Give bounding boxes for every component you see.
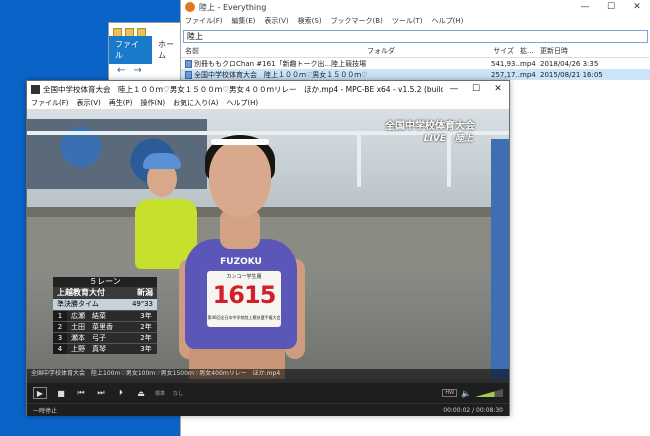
speaker-icon[interactable]: 🔈: [461, 389, 471, 398]
everything-logo-icon: [185, 2, 195, 12]
forward-arrow-icon[interactable]: →: [133, 65, 141, 76]
mpc-player-window: 全国中学校体育大会 陸上１００ｍ♡男女１５００ｍ♡男女４００ｍリレー ほか.mp…: [26, 80, 510, 416]
crowd: [27, 119, 207, 189]
next-icon[interactable]: ⏭: [95, 387, 107, 399]
column-date[interactable]: 更新日時: [540, 46, 610, 56]
video-file-icon: [185, 70, 192, 79]
close-button[interactable]: ✕: [487, 81, 509, 97]
column-folder[interactable]: フォルダ: [367, 46, 491, 56]
mpc-menubar: ファイル(F) 表示(V) 再生(P) 操作(N) お気に入り(A) ヘルプ(H…: [27, 97, 509, 109]
frame-step-icon[interactable]: ⏵: [115, 387, 127, 399]
file-ext: mp4: [520, 59, 536, 68]
video-frame[interactable]: FUZOKU カンコー学生服 1615 第46回全日本中学校陸上競技選手権大会 …: [27, 109, 509, 379]
time-readout: 00:00:02 / 00:08:30: [443, 406, 503, 414]
mpc-titlebar: 全国中学校体育大会 陸上１００ｍ♡男女１５００ｍ♡男女４００ｍリレー ほか.mp…: [27, 81, 509, 97]
menu-bookmarks[interactable]: ブックマーク(B): [331, 16, 383, 26]
ribbon-tab-file[interactable]: ファイル: [109, 36, 152, 64]
menu-view[interactable]: 表示(V): [264, 16, 288, 26]
stop-button[interactable]: ■: [55, 387, 67, 399]
column-size[interactable]: サイズ: [491, 46, 516, 56]
minimize-button[interactable]: —: [572, 0, 598, 14]
menu-view[interactable]: 表示(V): [77, 98, 101, 108]
bib-number: 1615: [212, 281, 277, 309]
list-item: 3 瀬本 弓子 2年: [53, 332, 157, 343]
explorer-ribbon: ファイル ホーム: [109, 36, 187, 64]
maximize-button[interactable]: ☐: [465, 81, 487, 97]
team-pref: 新潟: [137, 288, 153, 297]
hw-badge: HW: [442, 389, 458, 397]
menu-play[interactable]: 再生(P): [109, 98, 133, 108]
subtitle-mode-label[interactable]: なし: [173, 390, 183, 397]
file-date: 2015/08/21 16:05: [540, 70, 603, 79]
video-file-icon: [185, 59, 192, 68]
table-row[interactable]: 全国中学校体育大会 陸上１００ｍ♡男女１５００ｍ♡... 257,17... m…: [181, 69, 650, 80]
bib-event: 第46回全日本中学校陸上競技選手権大会: [207, 315, 281, 320]
everything-menubar: ファイル(F) 編集(E) 表示(V) 検索(S) ブックマーク(B) ツール(…: [181, 14, 650, 28]
window-controls: — ☐ ✕: [572, 0, 650, 14]
broadcast-live: LIVE 陸上: [423, 134, 473, 144]
menu-navigate[interactable]: 操作(N): [140, 98, 165, 108]
file-ext: mp4: [520, 70, 536, 79]
file-size: 541,93...: [491, 59, 523, 68]
menu-help[interactable]: ヘルプ(H): [432, 16, 464, 26]
back-arrow-icon[interactable]: ←: [117, 65, 125, 76]
menu-tools[interactable]: ツール(T): [392, 16, 423, 26]
results-header: 名前 フォルダ サイズ 拡... 更新日時: [181, 45, 650, 58]
qual-label: 準決勝タイム: [57, 300, 99, 308]
file-name: 別冊ももクロChan #161「新趣トーク出...陸上競技場で夏至子が陸所: [194, 59, 367, 68]
qual-time: 49"33: [131, 300, 153, 308]
column-name[interactable]: 名前: [181, 46, 367, 56]
file-date: 2018/04/26 3:35: [540, 59, 599, 68]
volume-slider[interactable]: [475, 389, 503, 397]
mpc-app-icon: [31, 84, 40, 94]
file-size: 257,17...: [491, 70, 523, 79]
column-ext[interactable]: 拡...: [516, 46, 540, 56]
lane-label: ５レーン: [53, 277, 157, 287]
status-bar: 一時停止 00:00:02 / 00:08:30: [27, 403, 509, 416]
menu-edit[interactable]: 編集(E): [232, 16, 256, 26]
menu-favorites[interactable]: お気に入り(A): [173, 98, 218, 108]
search-input[interactable]: 陸上: [183, 30, 648, 43]
close-button[interactable]: ✕: [624, 0, 650, 14]
audio-mode-label[interactable]: 標準: [155, 390, 165, 397]
window-controls: — ☐ ✕: [443, 81, 509, 97]
window-title: 全国中学校体育大会 陸上１００ｍ♡男女１５００ｍ♡男女４００ｍリレー ほか.mp…: [43, 84, 490, 94]
video-filename-overlay: 全国中学校体育大会 陸上100ｍ♡男女100ｍ♡男女1500ｍ♡男女400ｍリレ…: [27, 369, 509, 379]
bib-sponsor: カンコー学生服: [226, 274, 262, 280]
qual-row: 準決勝タイム 49"33: [53, 299, 157, 310]
table-row[interactable]: 別冊ももクロChan #161「新趣トーク出...陸上競技場で夏至子が陸所 54…: [181, 58, 650, 69]
list-item: 4 上野 真琴 3年: [53, 343, 157, 354]
lane-graphic: ５レーン 上越教育大付 新潟 準決勝タイム 49"33 1 広瀬 結菜 3年 2…: [53, 277, 157, 354]
menu-help[interactable]: ヘルプ(H): [226, 98, 258, 108]
playback-state: 一時停止: [33, 407, 58, 415]
team-name: 上越教育大付: [57, 288, 105, 297]
minimize-button[interactable]: —: [443, 81, 465, 97]
playback-controls: ▶ ■ ⏮ ⏭ ⏵ ⏏ 標準 なし HW 🔈: [27, 383, 509, 403]
broadcast-title: 全国中学校体育大会: [385, 121, 475, 132]
menu-file[interactable]: ファイル(F): [185, 16, 223, 26]
previous-icon[interactable]: ⏮: [75, 387, 87, 399]
file-name: 全国中学校体育大会 陸上１００ｍ♡男女１５００ｍ♡...: [194, 70, 367, 79]
eject-icon[interactable]: ⏏: [135, 387, 147, 399]
list-item: 2 土田 菜里香 2年: [53, 321, 157, 332]
play-button[interactable]: ▶: [33, 387, 47, 399]
menu-file[interactable]: ファイル(F): [31, 98, 69, 108]
list-item: 1 広瀬 結菜 3年: [53, 310, 157, 321]
menu-search[interactable]: 検索(S): [298, 16, 322, 26]
window-title: 陸上 - Everything: [199, 2, 267, 12]
maximize-button[interactable]: ☐: [598, 0, 624, 14]
team-row: 上越教育大付 新潟: [53, 287, 157, 299]
shirt-text: FUZOKU: [220, 257, 262, 267]
